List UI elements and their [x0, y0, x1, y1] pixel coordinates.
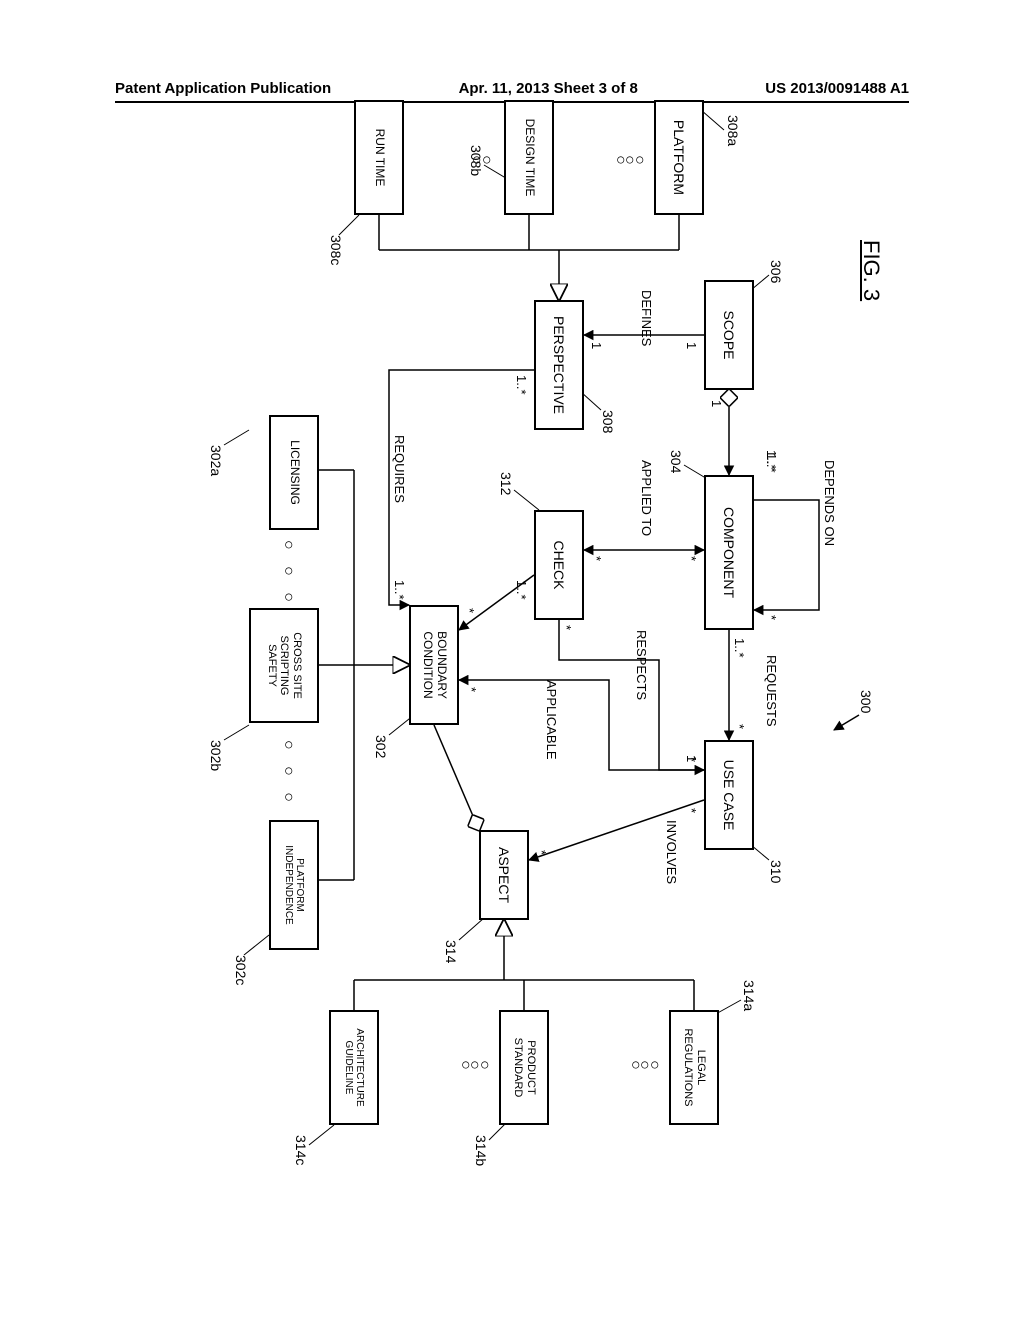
- ref-product-standard: 314b: [473, 1135, 489, 1166]
- ellipsis-dots-v: ○○○: [460, 1060, 489, 1070]
- mult-star: *: [462, 608, 477, 613]
- mult-one: 1: [709, 400, 724, 407]
- ref-platform: 308a: [725, 115, 741, 146]
- box-architecture-guideline: ARCHITECTURE GUIDELINE: [329, 1010, 379, 1125]
- ref-platform-independence: 302c: [233, 955, 249, 985]
- diagram-rotated: FIG. 3 300: [0, 160, 909, 954]
- box-licensing: LICENSING: [269, 415, 319, 530]
- mult-one: 1: [684, 342, 699, 349]
- ref-design-time: 308b: [468, 145, 484, 176]
- rel-requests: REQUESTS: [764, 655, 779, 727]
- rel-defines: DEFINES: [639, 290, 654, 346]
- box-perspective: PERSPECTIVE: [534, 300, 584, 430]
- box-component: COMPONENT: [704, 475, 754, 630]
- box-boundary-condition: BOUNDARY CONDITION: [409, 605, 459, 725]
- mult-star: *: [534, 850, 549, 855]
- ref-boundary-condition: 302: [373, 735, 389, 758]
- mult-one-plus: 1..*: [514, 580, 529, 600]
- ref-scope: 306: [768, 260, 784, 283]
- rel-respects: RESPECTS: [634, 630, 649, 700]
- ref-licensing: 302a: [208, 445, 224, 476]
- box-platform: PLATFORM: [654, 100, 704, 215]
- box-design-time: DESIGN TIME: [504, 100, 554, 215]
- diagram-canvas: FIG. 3 300: [115, 160, 909, 1160]
- mult-star: *: [684, 808, 699, 813]
- ellipsis-dots: ○ ○ ○: [279, 540, 297, 608]
- header-center: Apr. 11, 2013 Sheet 3 of 8: [459, 80, 638, 97]
- ref-aspect: 314: [443, 940, 459, 963]
- rel-depends-on: DEPENDS ON: [822, 460, 837, 546]
- ref-legal-regulations: 314a: [741, 980, 757, 1011]
- ref-component: 304: [668, 450, 684, 473]
- mult-star: *: [764, 615, 779, 620]
- box-platform-independence: PLATFORM INDEPENDENCE: [269, 820, 319, 950]
- box-use-case: USE CASE: [704, 740, 754, 850]
- mult-one-plus: 1..*: [732, 638, 747, 658]
- ref-run-time: 308c: [328, 235, 344, 265]
- ref-architecture-guideline: 314c: [293, 1135, 309, 1165]
- mult-star: *: [559, 625, 574, 630]
- box-legal-regulations: LEGAL REGULATIONS: [669, 1010, 719, 1125]
- mult-star: *: [464, 687, 479, 692]
- box-aspect: ASPECT: [479, 830, 529, 920]
- header-left: Patent Application Publication: [115, 80, 331, 97]
- mult-one: 1: [589, 342, 604, 349]
- mult-one-plus: 1..*: [764, 453, 779, 473]
- box-run-time: RUN TIME: [354, 100, 404, 215]
- mult-star: *: [732, 724, 747, 729]
- ref-cross-site: 302b: [208, 740, 224, 771]
- rel-applicable: APPLICABLE: [544, 680, 559, 760]
- ref-check: 312: [498, 472, 514, 495]
- mult-star: *: [684, 556, 699, 561]
- box-scope: SCOPE: [704, 280, 754, 390]
- ellipsis-dots: ○ ○ ○: [279, 740, 297, 808]
- mult-star: *: [684, 757, 699, 762]
- box-product-standard: PRODUCT STANDARD: [499, 1010, 549, 1125]
- ellipsis-dots-v: ○○○: [630, 1060, 659, 1070]
- mult-one-plus: 1..*: [392, 580, 407, 600]
- mult-star: *: [589, 556, 604, 561]
- ref-perspective: 308: [600, 410, 616, 433]
- header-right: US 2013/0091488 A1: [765, 80, 909, 97]
- box-cross-site-scripting-safety: CROSS SITE SCRIPTING SAFETY: [249, 608, 319, 723]
- rel-requires: REQUIRES: [392, 435, 407, 503]
- rel-involves: INVOLVES: [664, 820, 679, 884]
- rel-applied-to: APPLIED TO: [639, 460, 654, 536]
- ref-use-case: 310: [768, 860, 784, 883]
- mult-one-plus: 1..*: [514, 375, 529, 395]
- ellipsis-dots-v: ○○○: [615, 155, 644, 165]
- box-check: CHECK: [534, 510, 584, 620]
